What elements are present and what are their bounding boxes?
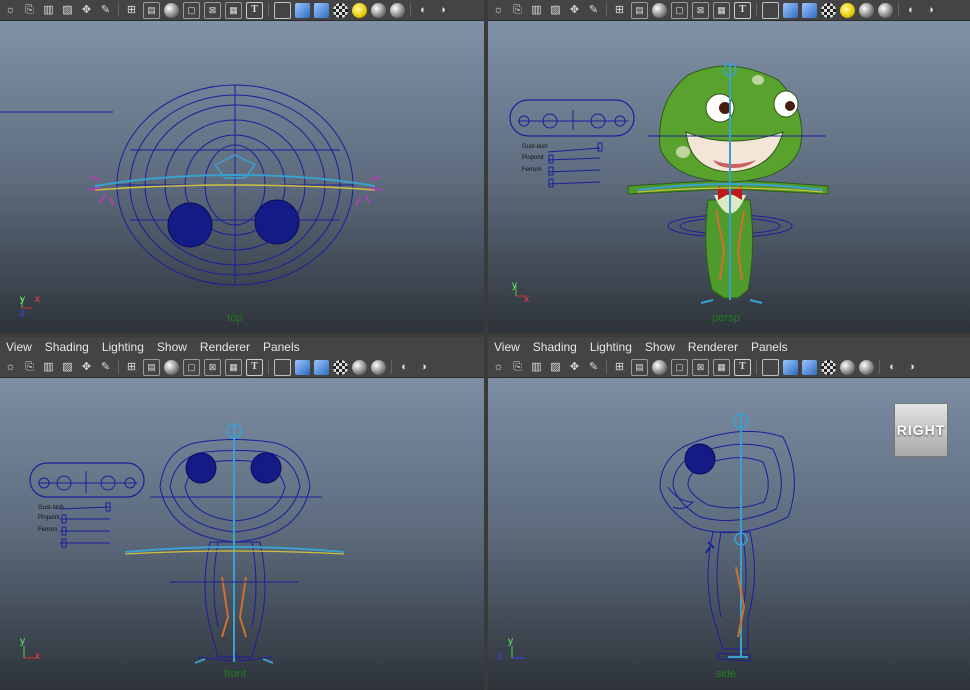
- camera-label: side: [715, 668, 737, 680]
- axis-x-label: x: [35, 294, 40, 305]
- frog-character: [627, 62, 829, 304]
- axis-y-label: y: [512, 280, 517, 291]
- axis-z-label: z: [20, 308, 25, 319]
- front-view-wireframe: [124, 423, 345, 664]
- axis-z-label: z: [498, 651, 503, 662]
- viewport-side[interactable]: View Shading Lighting Show Renderer Pane…: [488, 337, 970, 690]
- axis-x-label: x: [524, 294, 529, 305]
- camera-label: persp: [712, 312, 740, 324]
- side-view-wireframe: [659, 413, 795, 662]
- top-view-wireframe: [0, 84, 383, 286]
- camera-label: front: [223, 668, 246, 680]
- camera-label: top: [227, 312, 243, 324]
- viewport-top[interactable]: ☼ ⎘ ▥ ▨ ✥ ✎ ⊞ ▤ ▢ ⊠ ▦ T ◐ ◑ y x z top: [0, 0, 484, 333]
- axis-y-label: y: [20, 636, 25, 647]
- viewport-front[interactable]: View Shading Lighting Show Renderer Pane…: [0, 337, 484, 690]
- viewport-persp[interactable]: ☼ ⎘ ▥ ▨ ✥ ✎ ⊞ ▤ ▢ ⊠ ▦ T ◐ ◑ Gust-lash Pi…: [488, 0, 970, 333]
- axis-x-label: x: [35, 651, 40, 662]
- axis-y-label: y: [508, 636, 513, 647]
- axis-y-label: y: [20, 294, 25, 305]
